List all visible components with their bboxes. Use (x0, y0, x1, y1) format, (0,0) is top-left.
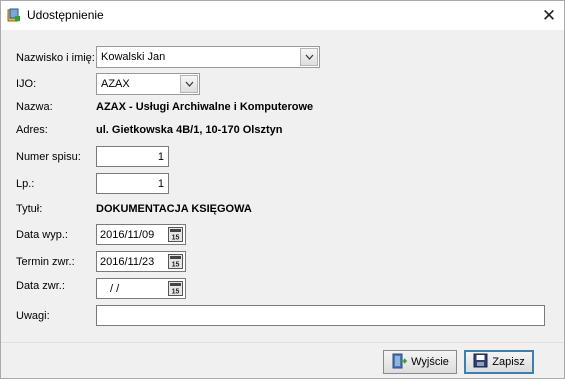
svg-text:15: 15 (172, 262, 180, 269)
title-bar: Udostępnienie ✕ (1, 1, 564, 30)
calendar-icon[interactable]: 15 (168, 281, 183, 296)
save-button-label: Zapisz (492, 356, 525, 368)
exit-button[interactable]: Wyjście (383, 350, 457, 374)
chevron-down-icon[interactable] (180, 75, 198, 93)
numer-spisu-label: Numer spisu: (16, 151, 81, 163)
close-icon: ✕ (541, 5, 557, 25)
ijo-label: IJO: (16, 78, 37, 90)
termin-zwr-input[interactable]: 2016/11/23 15 (96, 251, 186, 272)
window-title: Udostępnienie (27, 8, 104, 22)
chevron-down-icon[interactable] (300, 48, 318, 66)
svg-text:15: 15 (172, 235, 180, 242)
nazwisko-dropdown[interactable]: Kowalski Jan (96, 46, 320, 68)
tytul-value: DOKUMENTACJA KSIĘGOWA (96, 203, 252, 215)
adres-value: ul. Gietkowska 4B/1, 10-170 Olsztyn (96, 124, 283, 136)
termin-zwr-label: Termin zwr.: (16, 256, 75, 268)
floppy-disk-icon (473, 353, 488, 371)
numer-spisu-input[interactable]: 1 (96, 146, 169, 167)
lp-label: Lp.: (16, 178, 35, 190)
data-zwr-value: / / (107, 283, 120, 295)
calendar-icon[interactable]: 15 (168, 254, 183, 269)
adres-label: Adres: (16, 124, 48, 136)
nazwisko-value: Kowalski Jan (101, 51, 166, 63)
app-icon (7, 8, 21, 22)
uwagi-input[interactable] (96, 305, 545, 326)
exit-door-icon (391, 353, 408, 372)
close-button[interactable]: ✕ (534, 1, 564, 30)
data-wyp-value: 2016/11/09 (100, 229, 155, 241)
uwagi-label: Uwagi: (16, 310, 50, 322)
termin-zwr-value: 2016/11/23 (100, 256, 155, 268)
dialog-window: Udostępnienie ✕ Nazwisko i imię: Kowalsk… (0, 0, 565, 379)
tytul-label: Tytuł: (16, 203, 43, 215)
lp-input[interactable]: 1 (96, 173, 169, 194)
calendar-icon[interactable]: 15 (168, 227, 183, 242)
nazwa-value: AZAX - Usługi Archiwalne i Komputerowe (96, 101, 314, 113)
save-button[interactable]: Zapisz (464, 350, 534, 374)
nazwa-label: Nazwa: (16, 101, 53, 113)
data-zwr-label: Data zwr.: (16, 280, 65, 292)
exit-button-label: Wyjście (411, 356, 449, 368)
data-wyp-input[interactable]: 2016/11/09 15 (96, 224, 186, 245)
ijo-value: AZAX (101, 78, 130, 90)
data-zwr-input[interactable]: / / 15 (96, 278, 186, 299)
nazwisko-label: Nazwisko i imię: (16, 52, 95, 64)
footer-separator (1, 342, 564, 343)
data-wyp-label: Data wyp.: (16, 229, 68, 241)
svg-text:15: 15 (172, 289, 180, 296)
ijo-dropdown[interactable]: AZAX (96, 73, 200, 95)
